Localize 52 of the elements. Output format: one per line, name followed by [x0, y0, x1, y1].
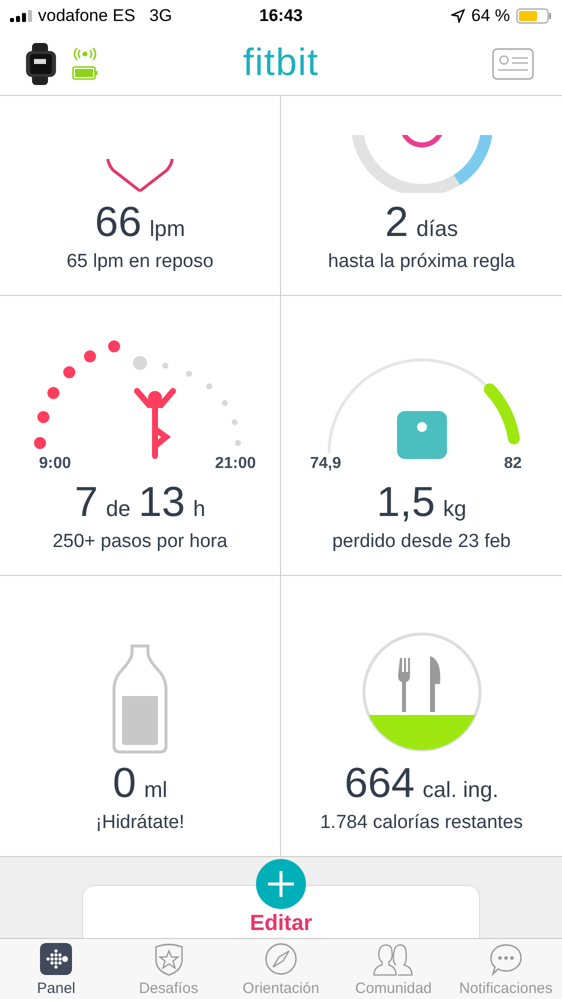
stat-subtitle: 250+ pasos por hora [52, 531, 228, 553]
network-type: 3G [149, 6, 172, 26]
tab-item[interactable]: Desafíos [112, 939, 225, 999]
stat-subtitle: 1.784 calorías restantes [320, 812, 523, 834]
person-icon [134, 388, 176, 459]
stat-value: 1,5 [376, 478, 436, 525]
stat-value: 7 [74, 478, 98, 525]
stat-value: 0 [112, 760, 136, 806]
tab-item[interactable]: Notificaciones [450, 939, 562, 999]
start-time: 9:00 [39, 454, 72, 472]
stat-subtitle: hasta la próxima regla [328, 251, 515, 273]
stat-subtitle: 65 lpm en reposo [66, 251, 214, 273]
battery-icon [516, 8, 552, 24]
compass-icon [263, 941, 300, 977]
stat-subtitle: ¡Hidrátate! [96, 812, 184, 834]
add-button[interactable] [256, 859, 306, 909]
gauge-fill [483, 383, 520, 444]
watch-icon[interactable] [24, 42, 58, 84]
battery-percent: 64 % [471, 6, 510, 26]
edit-button[interactable]: Editar [250, 910, 312, 938]
bottle-icon [112, 644, 168, 754]
stat-value: 13 [138, 478, 186, 525]
scale-icon [396, 410, 446, 459]
stat-value: 66 [94, 198, 142, 245]
stat-value: 2 [385, 198, 408, 245]
clock-time: 16:43 [259, 6, 303, 26]
plus-icon [268, 871, 294, 897]
stat-unit: lpm [150, 216, 186, 241]
start-weight: 74,9 [310, 454, 341, 472]
stat-subtitle: perdido desde 23 feb [332, 531, 511, 553]
tab-item[interactable]: Orientación [224, 939, 338, 999]
goal-weight: 82 [504, 454, 522, 472]
tab-item[interactable]: Comunidad [337, 939, 450, 999]
ring-chart-icon [352, 134, 492, 193]
heart-icon [105, 158, 175, 193]
stat-unit: kg [443, 496, 466, 521]
end-time: 21:00 [215, 454, 256, 472]
fitbit-logo: fitbit [243, 42, 319, 84]
signal-icon [10, 10, 32, 22]
sync-battery-icon [72, 46, 98, 80]
stat-unit: h [193, 496, 206, 521]
fork-knife-icon [398, 656, 440, 712]
profile-card-icon[interactable] [492, 48, 534, 80]
stat-unit: ml [144, 778, 168, 802]
stat-value: 664 [344, 760, 415, 806]
dashboard-icon [38, 941, 74, 977]
location-icon [451, 9, 466, 23]
stat-unit: cal. ing. [422, 778, 498, 802]
stat-unit: días [416, 216, 458, 241]
carrier-name: vodafone ES [38, 6, 136, 26]
tab-item[interactable]: Panel [0, 939, 112, 999]
stat-joiner: de [106, 496, 130, 521]
